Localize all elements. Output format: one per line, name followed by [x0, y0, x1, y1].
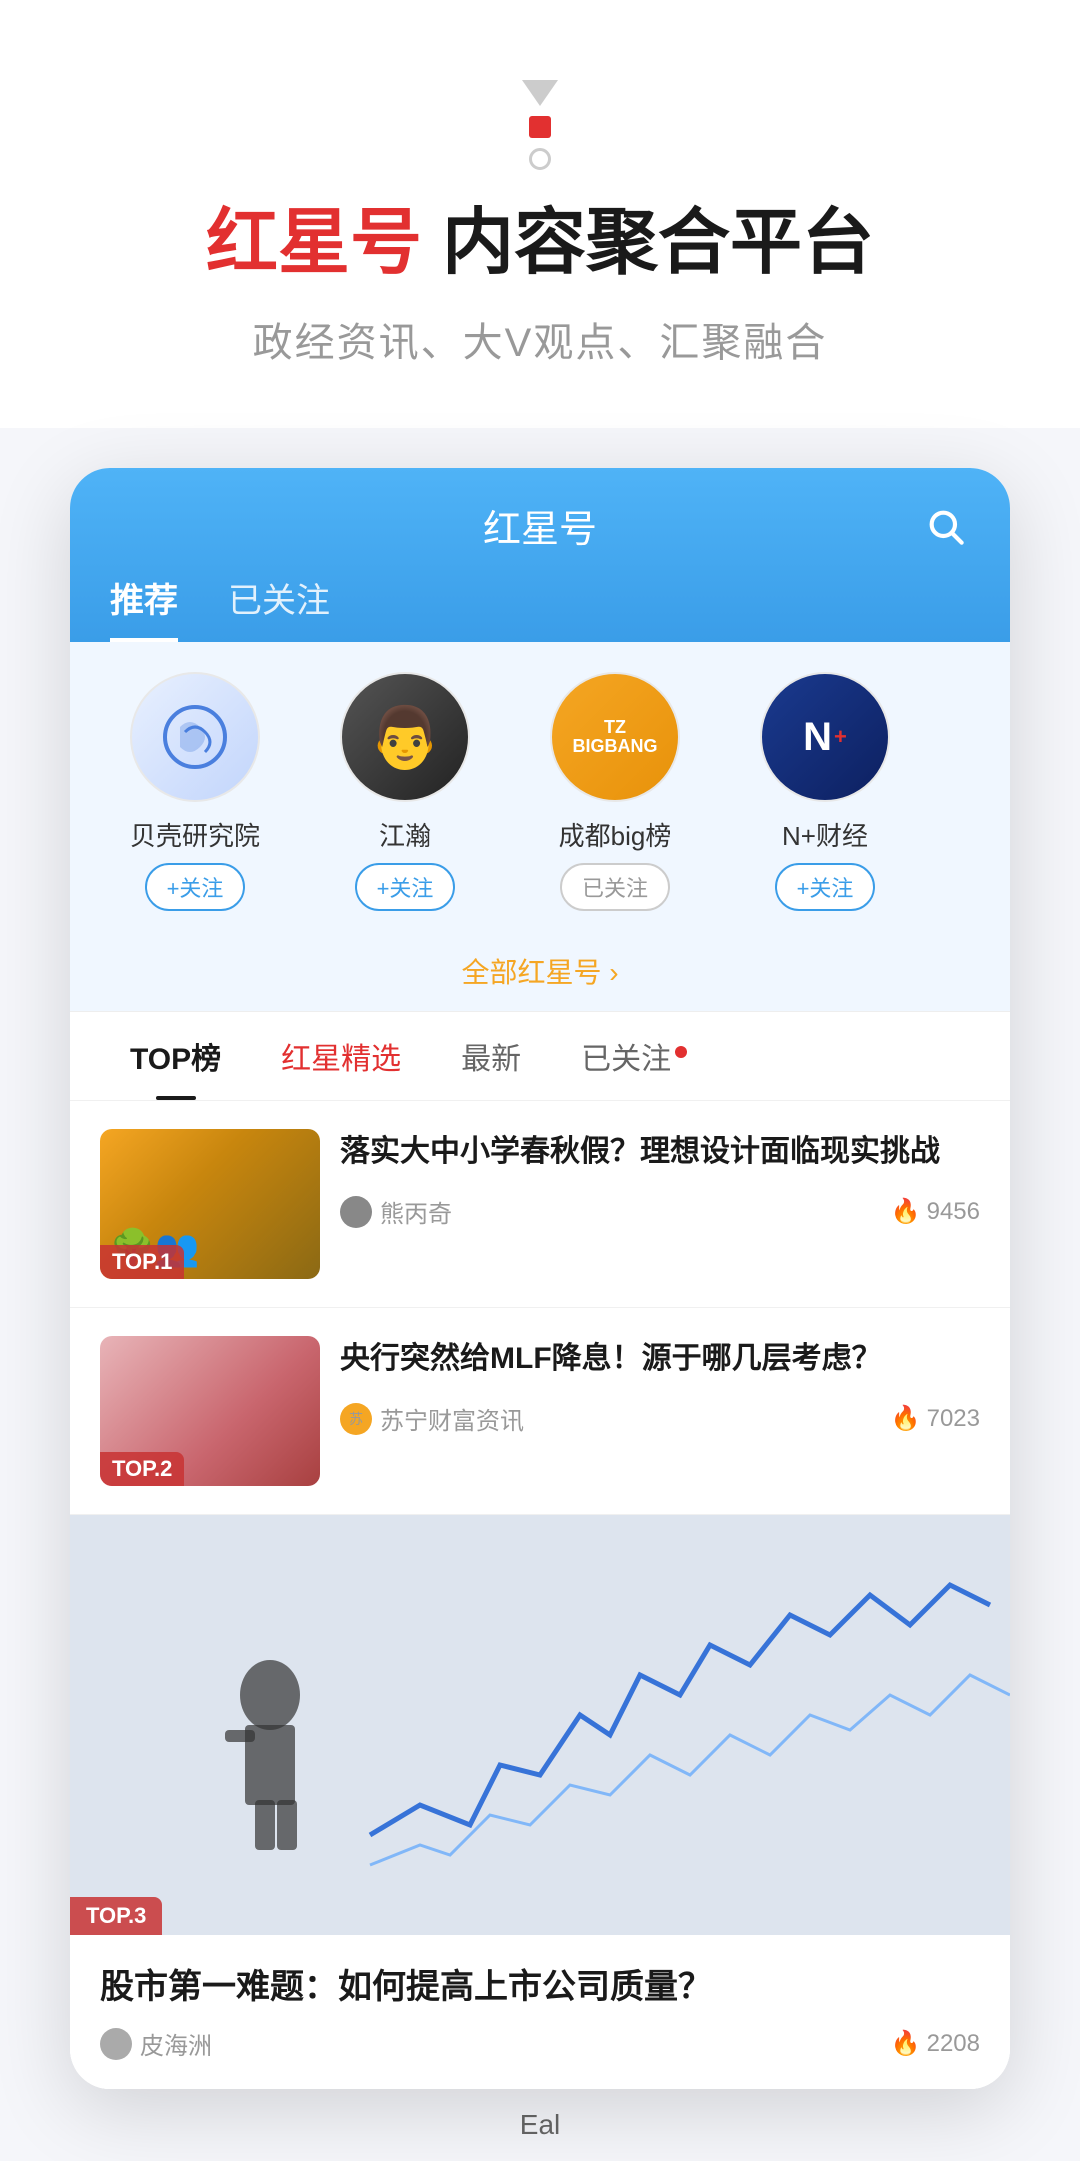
author-avatar-2: 苏 — [340, 1403, 372, 1435]
view-all-label: 全部红星号 — [461, 957, 601, 988]
channel-bigbang[interactable]: TZBIGBANG 成都big榜 已关注 — [520, 672, 710, 911]
channel-avatar-jiang: 👨 — [340, 672, 470, 802]
channel-name-nplus: N+财经 — [782, 816, 868, 853]
fire-icon-2: 🔥 — [891, 1404, 921, 1433]
article-large-author-3: 皮海洲 — [100, 2026, 212, 2061]
hero-subtitle: 政经资讯、大V观点、汇聚融合 — [40, 310, 1040, 368]
channel-avatar-nplus: N + — [760, 672, 890, 802]
article-large-body-3: 股市第一难题：如何提高上市公司质量？ 皮海洲 🔥 2208 — [70, 1935, 1010, 2089]
article-item[interactable]: TOP.2 央行突然给MLF降息！源于哪几层考虑？ 苏 苏宁财富资讯 🔥 — [70, 1308, 1010, 1515]
signal-indicator — [40, 80, 1040, 170]
follow-btn-nplus[interactable]: +关注 — [775, 863, 876, 911]
follow-btn-bigbang[interactable]: 已关注 — [560, 863, 670, 911]
hero-title-black: 内容聚合平台 — [442, 203, 874, 283]
unread-dot — [675, 1046, 687, 1058]
rank-badge-2: TOP.2 — [100, 1452, 184, 1486]
article-large-count-3: 🔥 2208 — [891, 2029, 980, 2058]
content-tabs: TOP榜 红星精选 最新 已关注 — [70, 1012, 1010, 1101]
fire-icon: 🔥 — [891, 1197, 921, 1226]
red-dot-icon — [529, 116, 551, 138]
tab-following[interactable]: 已关注 — [228, 573, 330, 642]
article-list: TOP.1 落实大中小学春秋假？理想设计面临现实挑战 熊丙奇 🔥 9456 — [70, 1101, 1010, 2089]
hero-title-red: 红星号 — [206, 203, 422, 283]
app-tabs: 推荐 已关注 — [110, 573, 970, 642]
article-title-1: 落实大中小学春秋假？理想设计面临现实挑战 — [340, 1129, 980, 1174]
channel-name-beike: 贝壳研究院 — [130, 816, 260, 853]
circle-dot-icon — [529, 148, 551, 170]
article-large-image-3: TOP.3 — [70, 1515, 1010, 1935]
channel-avatar-bigbang: TZBIGBANG — [550, 672, 680, 802]
article-meta-1: 熊丙奇 🔥 9456 — [340, 1194, 980, 1229]
app-header: 红星号 推荐 已关注 — [70, 468, 1010, 642]
article-image-1: TOP.1 — [100, 1129, 320, 1279]
channels-row: 贝壳研究院 +关注 👨 江瀚 +关注 TZBIGBANG 成都big榜 已关注 — [70, 642, 1010, 931]
stock-chart-svg — [70, 1515, 1010, 1935]
chevron-right-icon: › — [609, 957, 618, 988]
rank-badge-3: TOP.3 — [70, 1897, 162, 1935]
channel-jiang[interactable]: 👨 江瀚 +关注 — [310, 672, 500, 911]
phone-card: 红星号 推荐 已关注 — [70, 468, 1010, 2089]
app-title: 红星号 — [160, 498, 920, 553]
tab-redstar[interactable]: 红星精选 — [251, 1012, 431, 1100]
article-large-3[interactable]: TOP.3 股市第一难题：如何提高上市公司质量？ 皮海洲 🔥 2208 — [70, 1515, 1010, 2089]
article-content-1: 落实大中小学春秋假？理想设计面临现实挑战 熊丙奇 🔥 9456 — [340, 1129, 980, 1229]
triangle-icon — [522, 80, 558, 106]
article-title-2: 央行突然给MLF降息！源于哪几层考虑？ — [340, 1336, 980, 1381]
phone-mockup-area: 红星号 推荐 已关注 — [0, 428, 1080, 2089]
article-large-title-3: 股市第一难题：如何提高上市公司质量？ — [100, 1959, 980, 2008]
author-avatar-1 — [340, 1196, 372, 1228]
follow-btn-beike[interactable]: +关注 — [145, 863, 246, 911]
article-count-2: 🔥 7023 — [891, 1404, 980, 1433]
rank-badge-1: TOP.1 — [100, 1245, 184, 1279]
hero-section: 红星号 内容聚合平台 政经资讯、大V观点、汇聚融合 — [0, 0, 1080, 428]
article-meta-2: 苏 苏宁财富资讯 🔥 7023 — [340, 1401, 980, 1436]
article-count-1: 🔥 9456 — [891, 1197, 980, 1226]
search-button[interactable] — [920, 501, 970, 551]
bottom-label: Eal — [0, 2089, 1080, 2161]
article-author-1: 熊丙奇 — [340, 1194, 452, 1229]
channel-name-bigbang: 成都big榜 — [559, 816, 672, 853]
view-all-button[interactable]: 全部红星号 › — [70, 931, 1010, 1012]
article-content-2: 央行突然给MLF降息！源于哪几层考虑？ 苏 苏宁财富资讯 🔥 7023 — [340, 1336, 980, 1436]
article-author-2: 苏 苏宁财富资讯 — [340, 1401, 524, 1436]
article-image-2: TOP.2 — [100, 1336, 320, 1486]
channel-avatar-beike — [130, 672, 260, 802]
article-item[interactable]: TOP.1 落实大中小学春秋假？理想设计面临现实挑战 熊丙奇 🔥 9456 — [70, 1101, 1010, 1308]
fire-icon-3: 🔥 — [891, 2029, 921, 2058]
tab-latest[interactable]: 最新 — [431, 1012, 551, 1100]
app-header-top: 红星号 — [110, 468, 970, 573]
hero-title: 红星号 内容聚合平台 — [40, 200, 1040, 286]
tab-recommend[interactable]: 推荐 — [110, 573, 178, 642]
author-avatar-3 — [100, 2028, 132, 2060]
follow-btn-jiang[interactable]: +关注 — [355, 863, 456, 911]
tab-top[interactable]: TOP榜 — [100, 1012, 251, 1100]
channel-name-jiang: 江瀚 — [379, 816, 431, 853]
channel-beike[interactable]: 贝壳研究院 +关注 — [100, 672, 290, 911]
tab-followed[interactable]: 已关注 — [551, 1012, 717, 1100]
channel-nplus[interactable]: N + N+财经 +关注 — [730, 672, 920, 911]
article-large-meta-3: 皮海洲 🔥 2208 — [100, 2026, 980, 2061]
